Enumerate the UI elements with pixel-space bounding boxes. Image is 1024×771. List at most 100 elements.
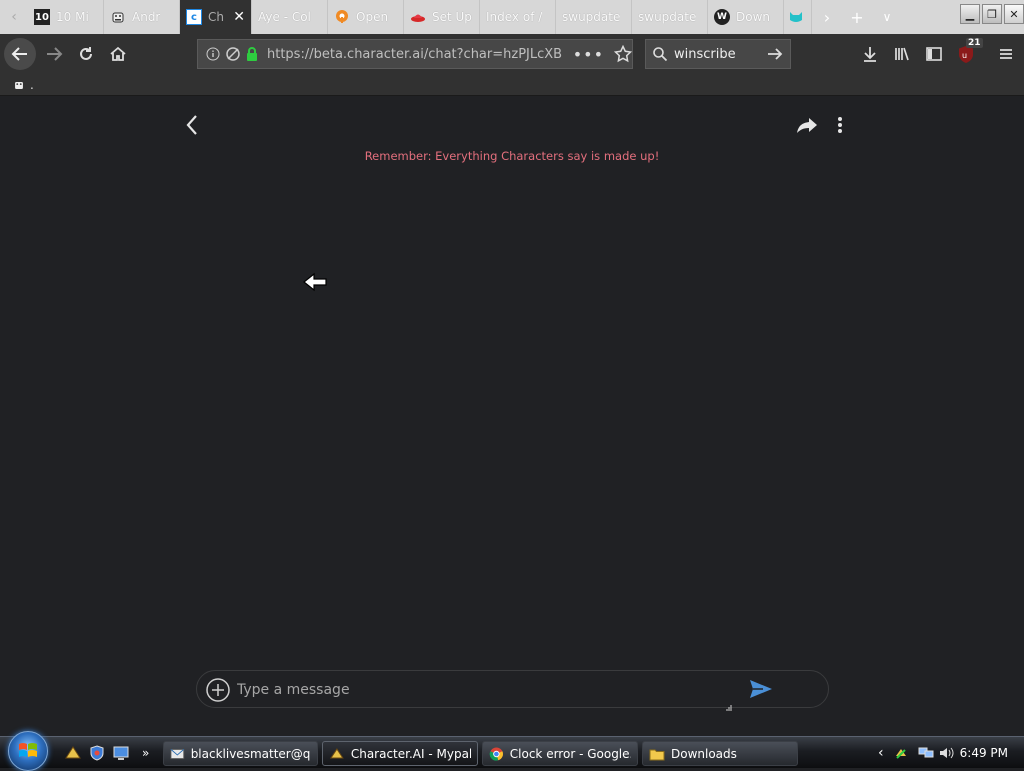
chrome-icon	[489, 747, 503, 761]
share-arrow-icon	[797, 118, 817, 133]
taskbar-item-mypal[interactable]: Character.AI - Mypal	[322, 741, 478, 766]
tray-expand-chevron-icon[interactable]: ‹	[878, 745, 884, 761]
home-button[interactable]	[102, 38, 134, 70]
ublock-button[interactable]: u 21	[950, 38, 983, 70]
tab-label: swupdate	[638, 10, 697, 24]
w-logo-icon: W	[714, 9, 730, 25]
quicklaunch-show-desktop-icon[interactable]	[112, 744, 130, 762]
resize-grip-icon[interactable]	[725, 697, 733, 711]
url-text[interactable]: https://beta.character.ai/chat?char=hzPJ…	[267, 47, 567, 62]
send-button[interactable]	[749, 679, 775, 701]
taskbar-item-label: Character.AI - Mypal	[350, 746, 471, 761]
quicklaunch-more-chevron-icon[interactable]: »	[142, 744, 160, 762]
taskbar-item-chrome[interactable]: Clock error - Google...	[482, 741, 638, 766]
search-icon	[652, 46, 668, 62]
bookmark-label: .	[30, 77, 34, 92]
start-button[interactable]	[8, 731, 48, 771]
all-tabs-chevron-down-icon[interactable]: ∨	[872, 0, 902, 34]
disclaimer-text: Remember: Everything Characters say is m…	[364, 149, 660, 163]
volume-icon[interactable]	[938, 746, 954, 760]
bookmarks-toolbar: .	[0, 74, 1024, 96]
search-input[interactable]: winscribe	[674, 47, 736, 62]
tab-label: Open	[356, 10, 389, 24]
lock-icon[interactable]	[245, 46, 259, 62]
restore-button[interactable]: ❐	[982, 4, 1002, 24]
system-tray: ‹ 6:49 PM	[872, 737, 1024, 769]
tab-android[interactable]: Andr	[104, 0, 180, 34]
more-options-button[interactable]	[830, 113, 850, 137]
tab-index-of[interactable]: Index of /	[480, 0, 556, 34]
tab-swupdate-2[interactable]: swupdate	[632, 0, 708, 34]
share-button[interactable]	[794, 113, 820, 137]
taskbar-item-thunderbird[interactable]: blacklivesmatter@q...	[163, 741, 318, 766]
quicklaunch-shield-icon[interactable]	[88, 744, 106, 762]
close-tab-icon[interactable]: ✕	[233, 9, 245, 25]
tab-aye-col[interactable]: Aye - Col	[252, 0, 328, 34]
tracking-protection-icon[interactable]	[225, 46, 241, 62]
folder-icon	[649, 749, 665, 760]
forward-button[interactable]	[38, 38, 70, 70]
download-icon	[864, 47, 876, 62]
minimize-button[interactable]: ▁	[960, 4, 980, 24]
tab-label: Aye - Col	[258, 10, 311, 24]
ten-icon: 10	[34, 9, 50, 25]
ublock-badge: 21	[966, 38, 983, 48]
tab-label: Set Up	[432, 10, 472, 24]
tab-open[interactable]: Open	[328, 0, 404, 34]
hamburger-menu-icon	[1000, 49, 1012, 59]
tab-tail-controls: › + ∨	[812, 0, 902, 34]
bookmark-star-icon[interactable]	[614, 45, 632, 63]
taskbar-item-label: Clock error - Google...	[509, 746, 631, 761]
tab-strip: ‹ 10 10 Mi Andr c Ch ✕ Aye - Col Open Se…	[0, 0, 1024, 34]
vertical-dots-icon	[838, 117, 842, 133]
window-controls: ▁ ❐ ✕	[960, 4, 1024, 24]
tab-scroll-left-button[interactable]: ‹	[0, 0, 28, 34]
info-icon[interactable]	[206, 47, 220, 61]
add-attachment-button[interactable]	[205, 677, 231, 703]
tab-10-mi[interactable]: 10 10 Mi	[28, 0, 104, 34]
mypal-icon	[330, 747, 344, 758]
tab-label: Ch	[208, 10, 224, 24]
url-bar[interactable]: https://beta.character.ai/chat?char=hzPJ…	[197, 39, 633, 69]
tab-set-up[interactable]: Set Up	[404, 0, 480, 34]
search-go-arrow-icon[interactable]	[766, 46, 784, 62]
windows-logo-icon	[19, 743, 37, 757]
new-tab-button[interactable]: +	[842, 0, 872, 34]
network-icon[interactable]	[918, 746, 934, 760]
tab-swupdate-1[interactable]: swupdate	[556, 0, 632, 34]
plus-circle-icon	[206, 678, 230, 702]
home-icon	[110, 46, 126, 61]
sidebar-icon	[926, 47, 942, 61]
taskbar-item-downloads[interactable]: Downloads	[642, 741, 798, 766]
search-bar[interactable]: winscribe	[645, 39, 791, 69]
message-input[interactable]	[237, 677, 717, 703]
taskbar-item-label: Downloads	[671, 746, 737, 761]
menu-button[interactable]	[990, 38, 1022, 70]
reload-icon	[80, 47, 92, 60]
reload-button[interactable]	[70, 38, 102, 70]
tab-label: Down	[736, 10, 771, 24]
taskbar-clock[interactable]: 6:49 PM	[960, 746, 1008, 760]
sidebar-button[interactable]	[918, 38, 950, 70]
chat-page: Remember: Everything Characters say is m…	[0, 96, 1024, 736]
android-robot-icon	[110, 9, 126, 25]
svg-text:u: u	[962, 51, 967, 60]
page-actions-icon[interactable]: •••	[573, 45, 604, 64]
bookmark-item[interactable]: .	[12, 78, 34, 92]
tab-down[interactable]: W Down	[708, 0, 784, 34]
tray-app-icon[interactable]	[894, 746, 908, 760]
downloads-button[interactable]	[854, 38, 886, 70]
quicklaunch-mypal-icon[interactable]	[64, 744, 82, 762]
chat-back-button[interactable]	[180, 112, 204, 138]
mouse-pointer-icon	[303, 271, 329, 293]
tab-character-ai[interactable]: c Ch ✕	[180, 0, 252, 34]
library-button[interactable]	[886, 38, 918, 70]
close-window-button[interactable]: ✕	[1004, 4, 1024, 24]
back-button[interactable]	[4, 38, 36, 70]
arrow-left-icon	[11, 47, 27, 61]
taskbar-item-label: blacklivesmatter@q...	[190, 746, 311, 761]
character-ai-icon: c	[186, 9, 202, 25]
tab-teal[interactable]	[784, 0, 812, 34]
tab-scroll-right-button[interactable]: ›	[812, 0, 842, 34]
thunderbird-icon	[170, 748, 185, 759]
